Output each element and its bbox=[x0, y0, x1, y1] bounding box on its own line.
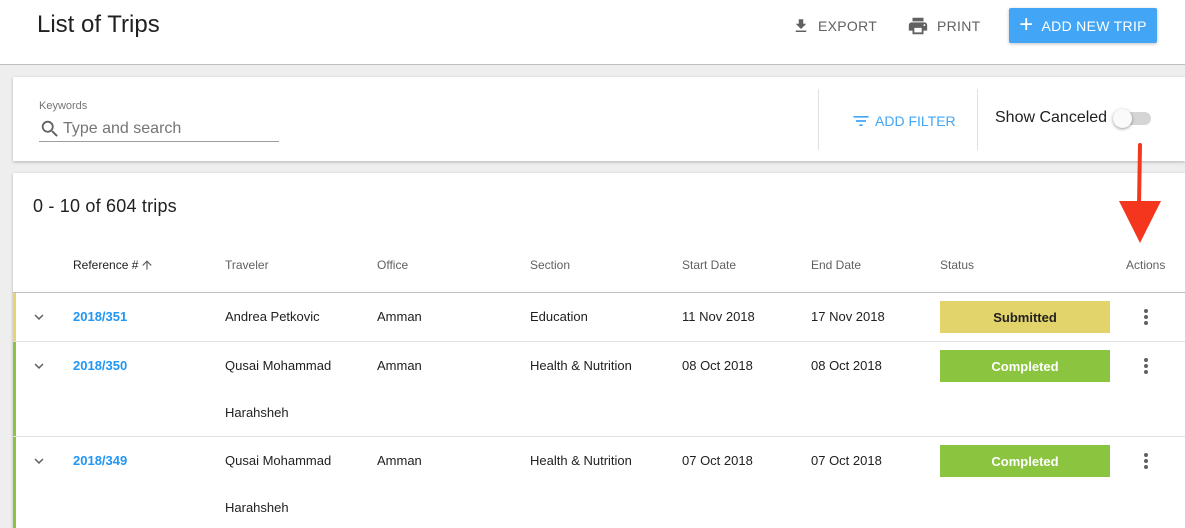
office: Amman bbox=[377, 453, 422, 468]
export-label: EXPORT bbox=[818, 18, 878, 34]
traveler-name: Qusai Mohammad bbox=[225, 358, 332, 373]
office: Amman bbox=[377, 309, 422, 324]
more-vert-icon[interactable] bbox=[1141, 307, 1151, 327]
status-badge: Submitted bbox=[940, 301, 1110, 333]
more-vert-icon[interactable] bbox=[1141, 451, 1151, 471]
export-button[interactable]: EXPORT bbox=[792, 14, 877, 38]
more-vert-icon[interactable] bbox=[1141, 356, 1151, 376]
reference-link[interactable]: 2018/350 bbox=[73, 358, 127, 374]
download-icon bbox=[795, 19, 807, 32]
column-header-traveler: Traveler bbox=[225, 258, 269, 272]
column-header-status: Status bbox=[940, 258, 975, 272]
filter-icon bbox=[853, 116, 869, 126]
status-badge: Completed bbox=[940, 445, 1110, 477]
end-date: 07 Oct 2018 bbox=[811, 453, 882, 468]
office: Amman bbox=[377, 358, 422, 373]
table-row: 2018/349 Qusai Mohammad Harahsheh Amman … bbox=[13, 437, 1185, 528]
traveler-name: Andrea Petkovic bbox=[225, 309, 320, 324]
print-label: PRINT bbox=[937, 18, 981, 34]
chevron-down-icon[interactable] bbox=[30, 357, 48, 375]
column-header-start-date: Start Date bbox=[682, 258, 737, 272]
keywords-field bbox=[39, 117, 279, 142]
start-date: 08 Oct 2018 bbox=[682, 358, 753, 373]
keywords-label: Keywords bbox=[39, 100, 88, 112]
column-header-section: Section bbox=[530, 258, 571, 272]
search-input[interactable] bbox=[63, 120, 263, 138]
status-stripe bbox=[13, 293, 16, 341]
trips-list: 0 - 10 of 604 trips Reference # Traveler… bbox=[13, 173, 1185, 528]
print-button[interactable]: PRINT bbox=[907, 14, 981, 38]
plus-icon: + bbox=[1019, 10, 1034, 38]
results-count: 0 - 10 of 604 trips bbox=[33, 196, 177, 216]
show-canceled-toggle[interactable] bbox=[1113, 109, 1151, 128]
status-stripe bbox=[13, 437, 16, 528]
add-new-trip-button[interactable]: + ADD NEW TRIP bbox=[1009, 8, 1157, 43]
add-filter-label: ADD FILTER bbox=[875, 113, 956, 129]
chevron-down-icon[interactable] bbox=[30, 308, 48, 326]
annotation-arrow bbox=[1119, 143, 1161, 243]
status-stripe bbox=[13, 342, 16, 436]
start-date: 07 Oct 2018 bbox=[682, 453, 753, 468]
column-header-reference-label: Reference # bbox=[73, 258, 139, 272]
filter-panel: Keywords ADD FILTER Show Canceled bbox=[13, 77, 1185, 161]
traveler-name-continued: Harahsheh bbox=[225, 500, 289, 515]
table-row: 2018/351 Andrea Petkovic Amman Education… bbox=[13, 293, 1185, 342]
section: Health & Nutrition bbox=[530, 358, 632, 373]
reference-link[interactable]: 2018/351 bbox=[73, 309, 127, 325]
section: Education bbox=[530, 309, 588, 324]
search-icon bbox=[41, 120, 58, 137]
start-date: 11 Nov 2018 bbox=[682, 309, 755, 324]
column-header-office: Office bbox=[377, 258, 409, 272]
chevron-down-icon[interactable] bbox=[30, 452, 48, 470]
divider bbox=[818, 89, 819, 150]
traveler-name: Qusai Mohammad bbox=[225, 453, 332, 468]
table-row: 2018/350 Qusai Mohammad Harahsheh Amman … bbox=[13, 342, 1185, 437]
top-bar: List of Trips EXPORT PRINT + ADD NEW TRI… bbox=[0, 0, 1185, 65]
add-filter-button[interactable]: ADD FILTER bbox=[851, 111, 956, 131]
show-canceled-label: Show Canceled bbox=[995, 109, 1108, 126]
end-date: 08 Oct 2018 bbox=[811, 358, 882, 373]
section: Health & Nutrition bbox=[530, 453, 632, 468]
column-header-actions: Actions bbox=[1126, 258, 1166, 272]
status-badge: Completed bbox=[940, 350, 1110, 382]
printer-icon bbox=[908, 17, 928, 35]
page-title: List of Trips bbox=[37, 11, 160, 38]
reference-link[interactable]: 2018/349 bbox=[73, 453, 127, 469]
column-header-end-date: End Date bbox=[811, 258, 862, 272]
toggle-knob bbox=[1113, 109, 1132, 128]
column-header-reference[interactable]: Reference # bbox=[73, 258, 154, 272]
divider bbox=[977, 89, 978, 150]
traveler-name-continued: Harahsheh bbox=[225, 405, 289, 420]
end-date: 17 Nov 2018 bbox=[811, 309, 885, 324]
add-new-trip-label: ADD NEW TRIP bbox=[1041, 17, 1147, 34]
arrow-up-icon bbox=[142, 260, 153, 270]
